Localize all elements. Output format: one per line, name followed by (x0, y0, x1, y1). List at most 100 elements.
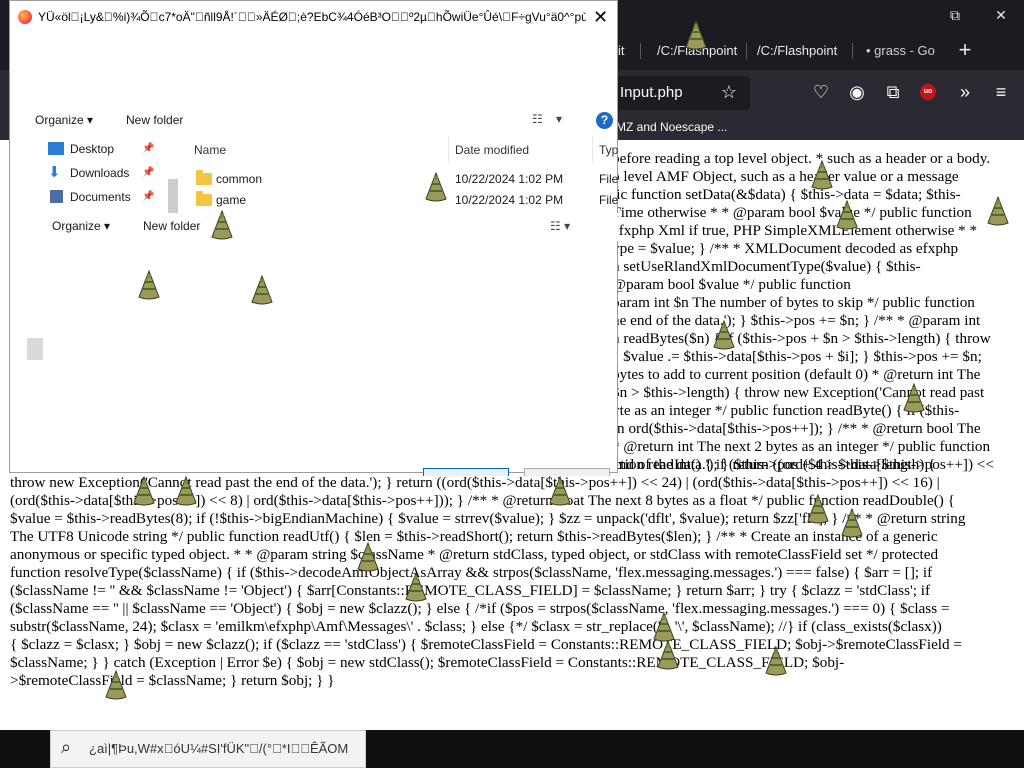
code-line: he end of the data.'); } $this->pos += $… (612, 312, 981, 329)
ghost-organize-button[interactable]: Organize ▾ (52, 219, 110, 233)
desktop-icon (48, 142, 64, 155)
code-line: $value = $this->readBytes(8); if (!$this… (10, 510, 966, 527)
close-window-button[interactable]: ✕ (978, 0, 1024, 30)
dialog-close-button[interactable]: ✕ (593, 7, 608, 27)
dialog-title: YÜ«öl ¡Ly& %i)¾Õ c7*oÄ" ñll9Å!´  »ÄÉØ ;è… (38, 10, 586, 24)
search-icon: ⌕ (61, 737, 72, 757)
file-row[interactable]: game 10/22/2024 1:02 PM File (196, 190, 619, 210)
chevron-down-icon: ▾ (87, 113, 94, 127)
column-header-date[interactable]: Date modified (455, 143, 529, 157)
cancel-button-partial[interactable] (524, 468, 610, 476)
code-line: rn ord($this->data[$this->pos++]); } /**… (612, 420, 981, 437)
downloads-icon: ⬇ (48, 164, 61, 181)
tab-grass-label: grass - Go (874, 43, 935, 58)
new-folder-button[interactable]: New folder (126, 113, 183, 127)
cone-sprite-icon (137, 270, 161, 300)
code-line: anonymous or specific typed object. * * … (10, 546, 939, 563)
url-text[interactable]: Input.php (620, 84, 683, 102)
code-line: { $clazz = $clasx; } $obj = new $clazz()… (10, 636, 962, 653)
cone-sprite-icon (548, 476, 572, 506)
column-header-type[interactable]: Typ (599, 143, 618, 157)
code-line: bytes to add to current position (defaul… (612, 366, 981, 383)
dialog-toolbar: Organize ▾ New folder (10, 103, 617, 137)
code-line: n readBytes($n) { if ($this->pos + $n > … (612, 330, 991, 347)
cone-sprite-icon (840, 508, 864, 538)
help-button[interactable]: ? (596, 112, 613, 129)
extensions-icon[interactable]: ⧉ (882, 80, 904, 104)
code-line: The UTF8 Unicode string */ public functi… (10, 528, 938, 545)
ublock-origin-icon[interactable]: uo (920, 84, 936, 100)
nav-item-label: Desktop (70, 142, 115, 156)
code-line: ($className == '' || $className == 'Obje… (10, 600, 950, 617)
code-line: * @return int The next 2 bytes as an int… (612, 438, 991, 455)
tab-flashpoint-2[interactable]: /C:/Flashpoint (757, 37, 837, 65)
code-line: >$remoteClassField = $className; } retur… (10, 672, 335, 689)
documents-icon (50, 190, 63, 203)
cone-sprite-icon (424, 172, 448, 202)
ghost-scrollbar (27, 338, 43, 360)
organize-label: Organize (35, 113, 84, 127)
overflow-chevron-icon[interactable]: » (954, 80, 976, 104)
cone-sprite-icon (902, 383, 926, 413)
file-row[interactable]: common 10/22/2024 1:02 PM File (196, 169, 618, 189)
cone-sprite-icon (684, 20, 708, 50)
chevron-down-icon[interactable]: ▾ (556, 113, 572, 125)
chevron-down-icon: ▾ (104, 219, 111, 233)
cone-sprite-icon (810, 160, 834, 190)
column-separator[interactable] (592, 137, 593, 163)
tab-partial[interactable]: it (618, 37, 625, 65)
code-line: param int $n The number of bytes to skip… (612, 294, 975, 311)
view-options-icon[interactable]: ☷ (532, 113, 548, 125)
file-type: File (599, 193, 619, 207)
pocket-icon[interactable]: ♡ (810, 80, 832, 104)
folder-icon (196, 191, 212, 206)
account-icon[interactable]: ◉ (846, 80, 868, 104)
column-header-name[interactable]: Name (194, 143, 226, 157)
navigation-pane: Desktop 📌 ⬇ Downloads 📌 Documents 📌 (38, 139, 178, 211)
tab-grass-google[interactable]: • grass - Go (866, 37, 935, 65)
tab-separator (640, 43, 641, 59)
tab-separator (852, 43, 853, 59)
cone-sprite-icon (656, 640, 680, 670)
taskbar-search-text[interactable]: ¿aì|¶Þu,W#x óU¼#SI'fÜK" /(° *I  ÊÃOM (89, 741, 365, 756)
dialog-title-bar: YÜ«öl ¡Ly& %i)¾Õ c7*oÄ" ñll9Å!´  »ÄÉØ ;è… (10, 1, 617, 33)
ghost-new-folder-button[interactable]: New folder (143, 219, 200, 233)
cone-sprite-icon (652, 612, 676, 642)
organize-button[interactable]: Organize ▾ (35, 113, 93, 127)
nav-item-documents[interactable]: Documents 📌 (38, 187, 178, 211)
code-line: n setUseRlandXmlDocumentType($value) { $… (612, 258, 921, 275)
nav-scrollbar[interactable] (168, 179, 178, 217)
pin-icon[interactable]: 📌 (142, 163, 154, 183)
ghost-toolbar: Organize ▾ New folder ☷ ▾ (36, 213, 618, 241)
code-line: efxphp Xml if true, PHP SimpleXMLElement… (612, 222, 978, 239)
cone-sprite-icon (712, 320, 736, 350)
code-line: { $value .= $this->data[$this->pos + $i]… (612, 348, 982, 365)
code-line: $className; } } catch (Exception | Error… (10, 654, 845, 671)
new-tab-button[interactable]: + (952, 36, 978, 64)
ghost-organize-label: Organize (52, 219, 101, 233)
menu-hamburger-icon[interactable]: ≡ (990, 80, 1012, 104)
ghost-view-options-icon[interactable]: ☷ ▾ (550, 219, 570, 233)
page-code-text: 8) | ord($this->data[$this->pos++]); } /… (10, 456, 1020, 690)
tab-dot-icon: • (866, 43, 875, 58)
cone-sprite-icon (104, 670, 128, 700)
file-name: common (216, 172, 263, 186)
code-line: @param bool $value */ public function (612, 276, 851, 293)
column-separator[interactable] (448, 137, 449, 163)
restore-window-button[interactable]: ⧉ (932, 0, 978, 30)
nav-item-downloads[interactable]: ⬇ Downloads 📌 (38, 163, 178, 187)
open-button-partial[interactable] (423, 468, 509, 476)
cone-sprite-icon (835, 200, 859, 230)
cone-sprite-icon (404, 572, 428, 602)
code-line: substr($className, 24); $clasx = 'emilkm… (10, 618, 942, 635)
cone-sprite-icon (764, 646, 788, 676)
cone-sprite-icon (806, 494, 830, 524)
page-code-right-column: before reading a top level object. * suc… (612, 150, 1024, 474)
taskbar-search[interactable]: ⌕ ¿aì|¶Þu,W#x óU¼#SI'fÜK" /(° *I  ÊÃOM (50, 730, 366, 768)
nav-item-desktop[interactable]: Desktop 📌 (38, 139, 178, 163)
bookmark-star-icon[interactable]: ☆ (718, 80, 740, 104)
code-line: Time otherwise * * @param bool $value */… (612, 204, 972, 221)
pin-icon[interactable]: 📌 (142, 139, 154, 159)
bookmark-item[interactable]: MZ and Noescape ... (616, 118, 727, 136)
pin-icon[interactable]: 📌 (142, 187, 154, 207)
